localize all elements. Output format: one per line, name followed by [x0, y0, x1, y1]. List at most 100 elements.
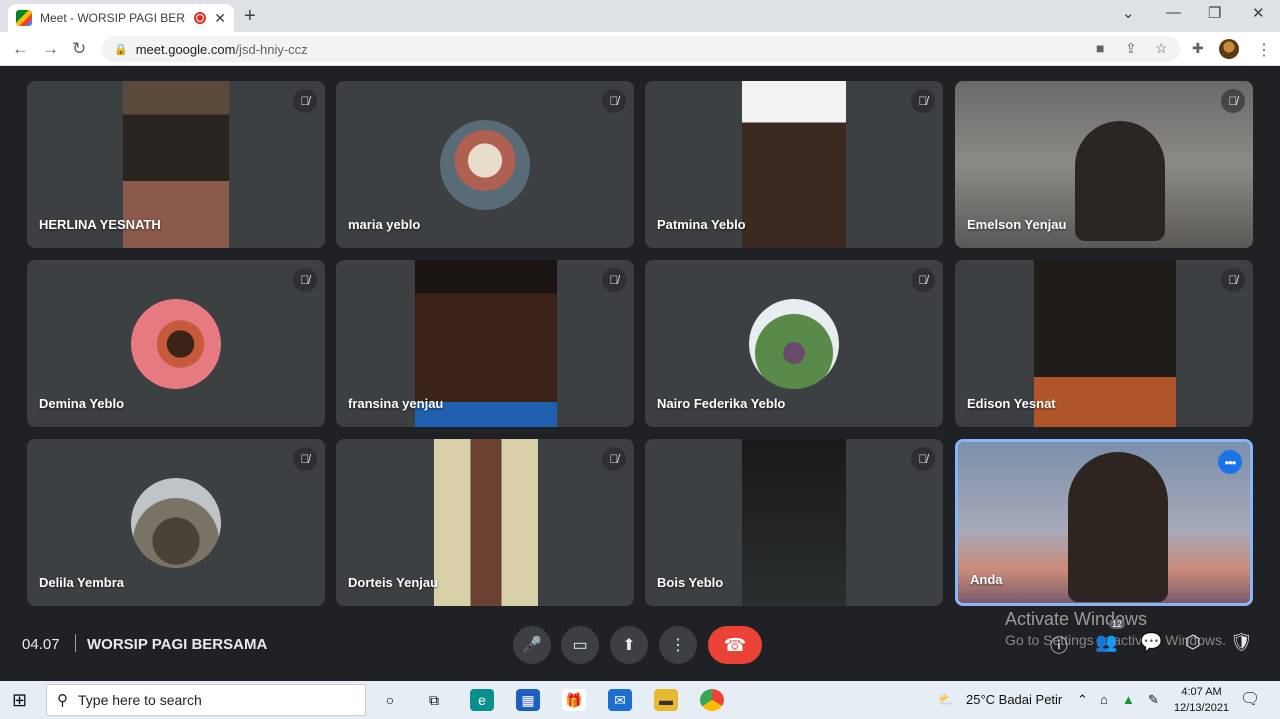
more-options-button[interactable]: ⋮ — [659, 626, 697, 664]
browser-toolbar: ← → ↻ 🔒 meet.google.com/jsd-hniy-ccz ■ ⇪… — [0, 32, 1280, 66]
bookmark-star-icon[interactable]: ☆ — [1155, 40, 1168, 57]
camera-button[interactable]: ▭ — [561, 626, 599, 664]
notification-icon[interactable]: 🗨 — [1240, 689, 1260, 709]
mic-off-icon: 🎙̸ — [602, 89, 626, 113]
back-icon[interactable]: ← — [12, 39, 29, 59]
mic-off-icon: 🎙̸ — [1221, 268, 1245, 292]
profile-avatar[interactable] — [1219, 39, 1239, 59]
participant-avatar — [749, 299, 839, 389]
meeting-details-icon[interactable]: ⓘ — [1050, 632, 1068, 658]
task-view-icon[interactable]: ⧉ — [422, 689, 446, 711]
participant-name: Demina Yeblo — [39, 396, 125, 411]
clock-time: 4:07 AM — [1181, 686, 1222, 698]
meet-stage: 🎙̸ HERLINA YESNATH 🎙̸ maria yeblo 🎙̸ Pat… — [0, 67, 1280, 681]
mic-off-icon: 🎙̸ — [911, 447, 935, 471]
close-tab-icon[interactable]: ✕ — [214, 10, 226, 27]
participant-tile[interactable]: 🎙̸ Patmina Yeblo — [645, 81, 943, 248]
more-options-icon[interactable]: ••• — [1218, 450, 1242, 474]
participant-tile[interactable]: 🎙̸ Delila Yembra — [27, 439, 325, 606]
host-controls-icon[interactable]: 🛡 — [1230, 632, 1253, 653]
show-hidden-icons-icon[interactable]: ⌃ — [1077, 692, 1088, 708]
edge-icon[interactable]: e — [470, 689, 494, 711]
mic-off-icon: 🎙̸ — [293, 447, 317, 471]
participant-name: Nairo Federika Yeblo — [657, 396, 786, 411]
participant-tile[interactable]: 🎙̸ Edison Yesnat — [955, 260, 1253, 427]
store-icon[interactable]: ▦ — [516, 689, 540, 711]
participant-tile[interactable]: 🎙̸ Bois Yeblo — [645, 439, 943, 606]
minimize-button[interactable]: — — [1166, 4, 1181, 21]
camera-icon: ▭ — [572, 637, 588, 654]
mail-icon[interactable]: ✉ — [608, 689, 632, 711]
maximize-button[interactable]: ❐ — [1208, 4, 1221, 22]
participant-tile[interactable]: 🎙̸ Dorteis Yenjau — [336, 439, 634, 606]
file-explorer-icon[interactable]: ▬ — [654, 689, 678, 711]
leave-call-button[interactable]: ☎ — [708, 626, 762, 664]
meeting-title: WORSIP PAGI BERSAMA — [87, 636, 268, 653]
recording-icon — [194, 12, 207, 24]
self-view-tile[interactable]: ••• Anda — [955, 439, 1253, 606]
participant-name: fransina yenjau — [348, 396, 444, 411]
mic-off-icon: 🎙̸ — [911, 89, 935, 113]
meet-logo-icon — [16, 10, 32, 26]
taskbar-search[interactable]: ⚲ Type here to search — [46, 684, 366, 716]
people-icon[interactable]: 👥 — [1095, 632, 1117, 653]
gift-app-icon[interactable]: 🎁 — [562, 689, 586, 711]
participant-tile[interactable]: 🎙̸ Nairo Federika Yeblo — [645, 260, 943, 427]
taskbar-clock[interactable]: 4:07 AM 12/13/2021 — [1174, 684, 1229, 716]
participant-name: Patmina Yeblo — [657, 217, 746, 232]
participant-name: Anda — [970, 572, 1003, 587]
mic-off-icon: 🎙̸ — [602, 268, 626, 292]
windows-start-icon[interactable]: ⊞ — [12, 690, 27, 711]
mic-off-icon: 🎙̸ — [293, 268, 317, 292]
participant-tile[interactable]: 🎙̸ HERLINA YESNATH — [27, 81, 325, 248]
participant-name: Emelson Yenjau — [967, 217, 1067, 232]
present-button[interactable]: ⬆ — [610, 626, 648, 664]
vertical-dots-icon: ⋮ — [670, 637, 686, 654]
activate-windows-title: Activate Windows — [1005, 609, 1148, 629]
cortana-icon[interactable]: ○ — [378, 689, 402, 711]
chrome-menu-icon[interactable]: ⋮ — [1256, 40, 1272, 60]
participant-avatar — [440, 120, 530, 210]
reload-icon[interactable]: ↻ — [72, 39, 86, 59]
participant-tile[interactable]: 🎙̸ maria yeblo — [336, 81, 634, 248]
mic-off-icon: 🎙̸ — [1221, 89, 1245, 113]
microphone-button[interactable]: 🎤 — [513, 626, 551, 664]
participant-tile[interactable]: 🎙̸ Demina Yeblo — [27, 260, 325, 427]
close-window-button[interactable]: ✕ — [1252, 4, 1265, 22]
participant-video — [1068, 452, 1168, 602]
url-text: meet.google.com/jsd-hniy-ccz — [135, 41, 308, 57]
tab-search-icon[interactable]: ⌄ — [1122, 4, 1135, 22]
search-icon: ⚲ — [57, 692, 68, 709]
participant-tile[interactable]: 🎙̸ fransina yenjau — [336, 260, 634, 427]
browser-tab-meet[interactable]: Meet - WORSIP PAGI BERSAMA ✕ — [8, 4, 234, 32]
new-tab-button[interactable]: + — [244, 5, 256, 28]
participant-name: Dorteis Yenjau — [348, 575, 439, 590]
share-icon[interactable]: ⇪ — [1125, 40, 1137, 57]
activities-icon[interactable]: ⬡ — [1185, 632, 1201, 653]
mic-off-icon: 🎙̸ — [911, 268, 935, 292]
chat-icon[interactable]: 💬 — [1140, 632, 1162, 653]
drive-icon[interactable]: ▲ — [1122, 692, 1135, 707]
forward-icon[interactable]: → — [42, 39, 59, 59]
divider — [75, 634, 76, 652]
weather-icon: ⛅ — [938, 692, 955, 707]
camera-in-use-icon[interactable]: ■ — [1096, 40, 1104, 56]
participant-name: Bois Yeblo — [657, 575, 724, 590]
lock-icon[interactable]: 🔒 — [114, 43, 128, 56]
browser-tab-strip: Meet - WORSIP PAGI BERSAMA ✕ + ⌄ — ❐ ✕ — [0, 0, 1280, 32]
network-icon[interactable]: ⌂ — [1100, 692, 1108, 707]
address-bar[interactable]: 🔒 meet.google.com/jsd-hniy-ccz — [102, 36, 1180, 62]
participant-avatar — [131, 478, 221, 568]
chrome-taskbar-icon[interactable] — [700, 689, 724, 711]
participant-name: HERLINA YESNATH — [39, 217, 161, 232]
participant-video — [742, 81, 846, 248]
weather-text[interactable]: 25°C Badai Petir — [966, 692, 1062, 707]
search-placeholder: Type here to search — [78, 692, 202, 708]
participant-count-badge: 12 — [1109, 619, 1126, 629]
present-screen-icon: ⬆ — [622, 637, 636, 654]
microphone-icon: 🎤 — [522, 637, 542, 654]
participant-tile[interactable]: 🎙̸ Emelson Yenjau — [955, 81, 1253, 248]
pen-icon[interactable]: ✎ — [1148, 692, 1159, 708]
meeting-clock: 04.07 — [22, 636, 60, 653]
extensions-icon[interactable]: ✚ — [1192, 40, 1204, 57]
